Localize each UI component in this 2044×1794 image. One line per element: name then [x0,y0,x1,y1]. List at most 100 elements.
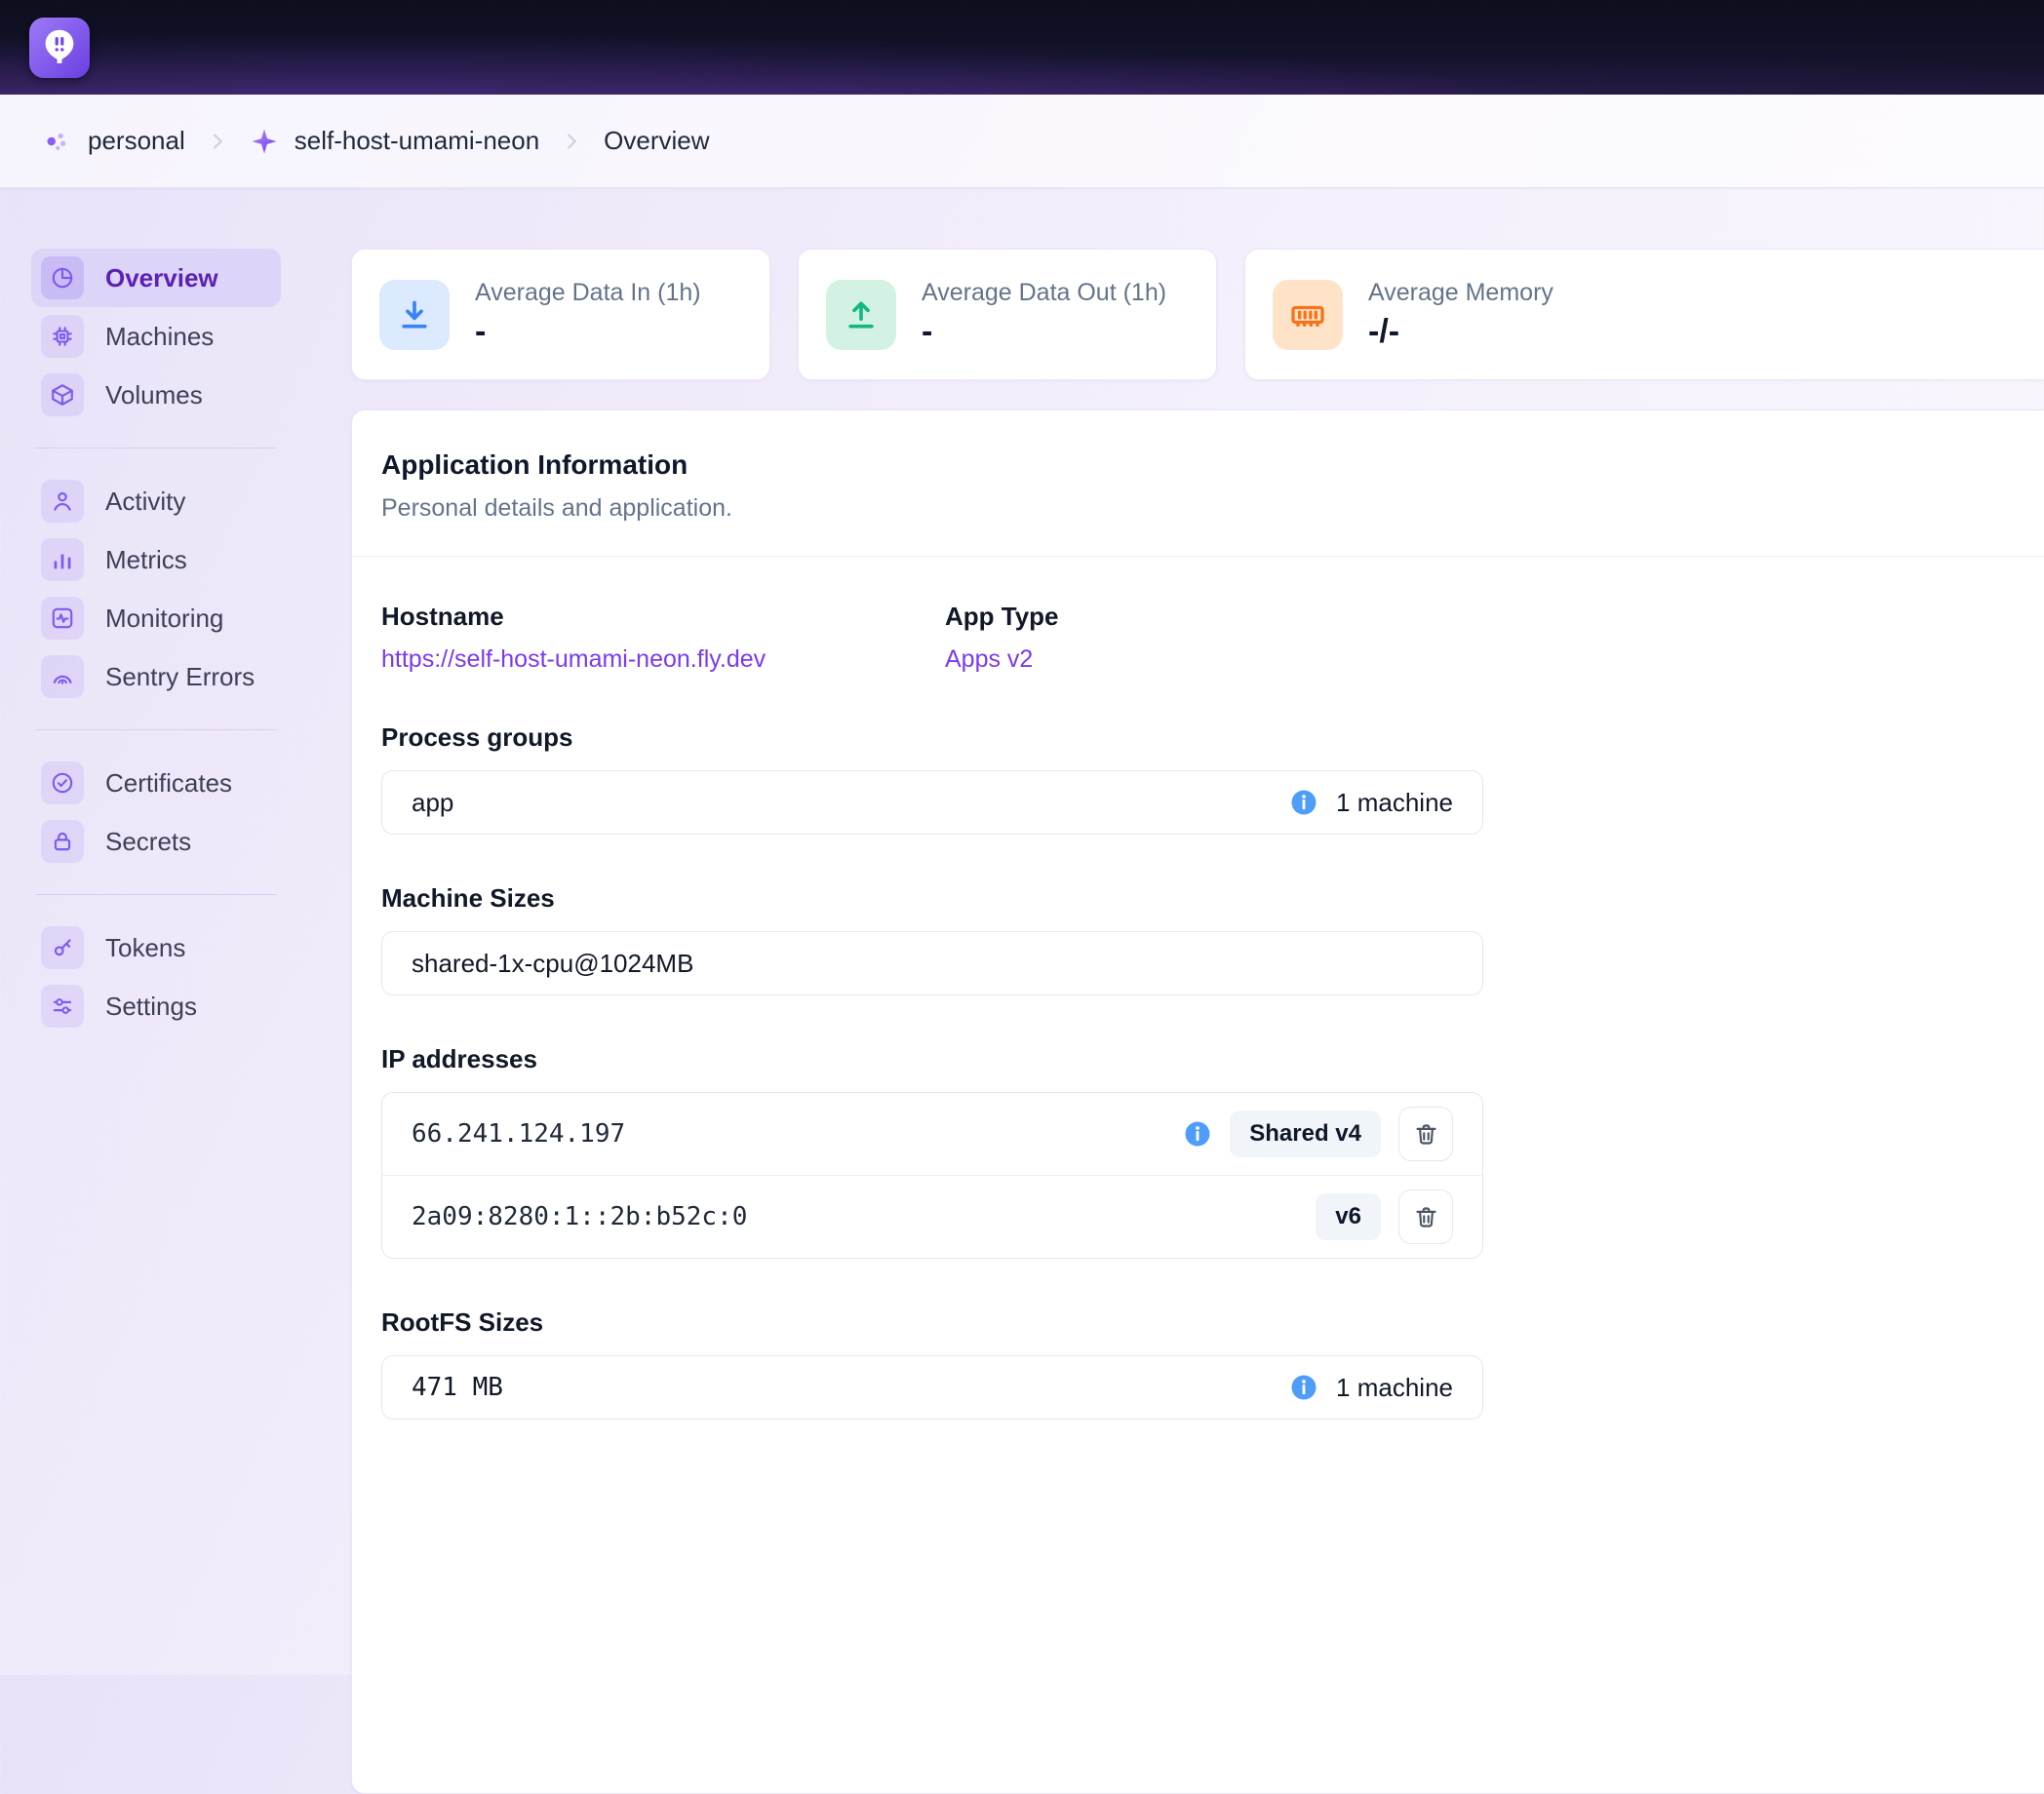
org-dots-icon [43,127,72,156]
ip-type-badge: Shared v4 [1230,1111,1381,1157]
sliders-icon [41,985,84,1028]
hostname-label: Hostname [381,602,945,632]
bar-chart-icon [41,538,84,581]
trash-icon [1413,1204,1439,1230]
badge-check-icon [41,761,84,804]
ip-addresses-box: 66.241.124.197 Shared v4 2a09:8 [381,1092,1483,1259]
breadcrumb-app[interactable]: self-host-umami-neon [250,126,539,156]
metric-card-memory: Average Memory -/- [1244,249,2044,380]
application-information-card: Application Information Personal details… [351,410,2044,1794]
lock-icon [41,820,84,863]
info-icon[interactable] [1289,1373,1318,1402]
page-layout: Overview Machines Volumes Activity Me [0,188,2044,1794]
rootfs-size-value: 471 MB [412,1373,503,1402]
breadcrumb: personal self-host-umami-neon Overview [0,95,2044,188]
trash-icon [1413,1121,1439,1148]
chevron-right-icon [207,131,228,152]
rootfs-sizes-box: 471 MB 1 machine [381,1355,1483,1420]
ip-addresses-label: IP addresses [381,1044,2043,1074]
sidebar-divider [35,729,277,730]
process-groups-label: Process groups [381,722,2043,753]
delete-ip-button[interactable] [1398,1107,1453,1161]
metric-cards-row: Average Data In (1h) - Average Data Out … [351,249,2044,380]
machine-size-row: shared-1x-cpu@1024MB [382,932,1482,994]
sidebar-label: Activity [105,487,185,517]
sidebar-item-certificates[interactable]: Certificates [31,754,281,812]
top-bar [0,0,2044,95]
ip-address-row: 66.241.124.197 Shared v4 [382,1093,1482,1175]
sidebar-item-monitoring[interactable]: Monitoring [31,589,281,647]
rootfs-machines: 1 machine [1336,1373,1453,1403]
machine-sizes-label: Machine Sizes [381,883,2043,914]
sidebar-label: Monitoring [105,604,223,634]
process-group-name: app [412,788,453,818]
metric-label: Average Data In (1h) [475,279,701,307]
sidebar-item-metrics[interactable]: Metrics [31,530,281,589]
pie-chart-icon [41,256,84,299]
breadcrumb-page-label: Overview [604,126,709,156]
machine-sizes-box: shared-1x-cpu@1024MB [381,931,1483,995]
sidebar-item-overview[interactable]: Overview [31,249,281,307]
sidebar-label: Certificates [105,768,232,799]
memory-icon [1273,280,1343,350]
sidebar-item-sentry-errors[interactable]: Sentry Errors [31,647,281,706]
process-groups-box: app 1 machine [381,770,1483,835]
app-type-link[interactable]: Apps v2 [945,645,1033,674]
sidebar-label: Secrets [105,827,191,857]
sidebar-divider [35,894,277,895]
metric-card-data-in: Average Data In (1h) - [351,249,770,380]
metric-value: -/- [1368,313,1553,351]
download-icon [379,280,450,350]
machine-size-value: shared-1x-cpu@1024MB [412,949,693,979]
ip-address-value: 2a09:8280:1::2b:b52c:0 [412,1202,747,1231]
waveform-icon [41,597,84,640]
ip-address-row: 2a09:8280:1::2b:b52c:0 v6 [382,1175,1482,1258]
card-subtitle: Personal details and application. [381,494,2043,523]
balloon-icon [37,25,82,70]
main-content: Average Data In (1h) - Average Data Out … [351,249,2044,1794]
activity-icon [41,480,84,523]
sidebar-label: Metrics [105,545,187,575]
card-title: Application Information [381,449,2043,481]
sidebar-item-machines[interactable]: Machines [31,307,281,366]
application-information-header: Application Information Personal details… [352,410,2044,556]
cpu-icon [41,315,84,358]
hostname-apptype-grid: Hostname https://self-host-umami-neon.fl… [381,602,2043,674]
sidebar-label: Settings [105,992,197,1022]
package-icon [41,373,84,416]
metric-card-data-out: Average Data Out (1h) - [798,249,1217,380]
sidebar-item-settings[interactable]: Settings [31,977,281,1035]
breadcrumb-app-label: self-host-umami-neon [295,126,539,156]
sidebar-label: Volumes [105,380,203,410]
sparkle-icon [250,127,279,156]
key-icon [41,926,84,969]
flyio-logo[interactable] [29,18,90,78]
metric-label: Average Data Out (1h) [922,279,1166,307]
sidebar-item-secrets[interactable]: Secrets [31,812,281,871]
app-type-label: App Type [945,602,2043,632]
breadcrumb-org-label: personal [88,126,185,156]
metric-label: Average Memory [1368,279,1553,307]
hostname-link[interactable]: https://self-host-umami-neon.fly.dev [381,645,766,674]
application-information-body: Hostname https://self-host-umami-neon.fl… [352,557,2044,1459]
sidebar-item-tokens[interactable]: Tokens [31,918,281,977]
process-group-machines: 1 machine [1336,788,1453,818]
metric-value: - [922,313,1166,351]
sentry-icon [41,655,84,698]
ip-type-badge: v6 [1316,1193,1381,1240]
breadcrumb-page: Overview [604,126,709,156]
rootfs-row: 471 MB 1 machine [382,1356,1482,1419]
sidebar-label: Sentry Errors [105,662,255,692]
info-icon[interactable] [1183,1119,1212,1149]
sidebar-label: Overview [105,263,218,293]
sidebar: Overview Machines Volumes Activity Me [31,249,281,1035]
sidebar-item-activity[interactable]: Activity [31,472,281,530]
metric-value: - [475,313,701,351]
breadcrumb-org[interactable]: personal [43,126,185,156]
info-icon[interactable] [1289,788,1318,817]
sidebar-item-volumes[interactable]: Volumes [31,366,281,424]
delete-ip-button[interactable] [1398,1190,1453,1244]
sidebar-label: Tokens [105,933,185,963]
rootfs-sizes-label: RootFS Sizes [381,1307,2043,1338]
process-group-row: app 1 machine [382,771,1482,834]
